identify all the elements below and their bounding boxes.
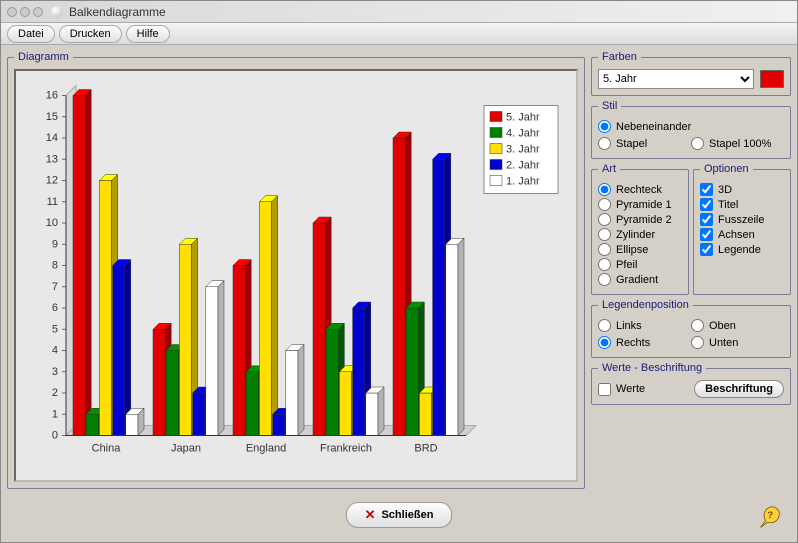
svg-text:Japan: Japan [171, 443, 201, 455]
kind-grad-radio[interactable]: Gradient [598, 273, 682, 286]
svg-text:10: 10 [46, 217, 58, 229]
svg-text:3: 3 [52, 366, 58, 378]
svg-text:11: 11 [47, 196, 58, 208]
opt-3d-check[interactable]: 3D [700, 183, 784, 196]
style-stack-radio[interactable]: Stapel [598, 137, 691, 150]
kind-group: Art Rechteck Pyramide 1 Pyramide 2 Zylin… [591, 163, 689, 295]
menu-bar: Datei Drucken Hilfe [1, 23, 797, 45]
menu-print[interactable]: Drucken [59, 25, 122, 43]
style-stack100-radio[interactable]: Stapel 100% [691, 137, 784, 150]
window-dot-icon[interactable] [20, 7, 30, 17]
svg-text:4: 4 [52, 345, 58, 357]
legendpos-group: Legendenposition Links Oben Rechts Unten [591, 299, 791, 358]
title-bar: Balkendiagramme [1, 1, 797, 23]
opt-legend-check[interactable]: Legende [700, 243, 784, 256]
svg-text:14: 14 [46, 132, 58, 144]
svg-text:9: 9 [52, 238, 58, 250]
svg-text:Frankreich: Frankreich [320, 443, 372, 455]
color-series-select[interactable]: 5. Jahr [598, 69, 754, 89]
svg-text:15: 15 [46, 111, 58, 123]
kind-cyl-radio[interactable]: Zylinder [598, 228, 682, 241]
chart-area: 012345678910111213141516ChinaJapanEnglan… [14, 69, 578, 482]
colors-legend: Farben [598, 51, 641, 63]
kind-legend: Art [598, 163, 620, 175]
svg-text:16: 16 [46, 90, 58, 102]
left-panel: Diagramm 012345678910111213141516ChinaJa… [7, 51, 585, 489]
svg-text:0: 0 [52, 430, 58, 442]
legendpos-legend: Legendenposition [598, 299, 693, 311]
bottom-bar: ✕ Schließen ? [1, 495, 797, 535]
svg-text:?: ? [767, 510, 773, 521]
legendpos-left-radio[interactable]: Links [598, 319, 691, 332]
window-dot-icon[interactable] [33, 7, 43, 17]
opt-title-check[interactable]: Titel [700, 198, 784, 211]
style-legend: Stil [598, 100, 621, 112]
close-button[interactable]: ✕ Schließen [346, 502, 453, 528]
svg-text:13: 13 [46, 153, 58, 165]
svg-text:12: 12 [46, 175, 58, 187]
kind-arrow-radio[interactable]: Pfeil [598, 258, 682, 271]
legendpos-top-radio[interactable]: Oben [691, 319, 784, 332]
window-title: Balkendiagramme [69, 5, 166, 19]
close-label: Schließen [381, 509, 433, 521]
kind-pyr2-radio[interactable]: Pyramide 2 [598, 213, 682, 226]
style-group: Stil Nebeneinander Stapel Stapel 100% [591, 100, 791, 159]
opt-footer-check[interactable]: Fusszeile [700, 213, 784, 226]
svg-text:7: 7 [52, 281, 58, 293]
values-legend: Werte - Beschriftung [598, 362, 706, 374]
svg-text:4. Jahr: 4. Jahr [506, 128, 540, 140]
colors-group: Farben 5. Jahr [591, 51, 791, 96]
bar-chart: 012345678910111213141516ChinaJapanEnglan… [16, 71, 576, 480]
options-legend: Optionen [700, 163, 753, 175]
svg-text:5: 5 [52, 323, 58, 335]
diagram-legend: Diagramm [14, 51, 73, 63]
window-dot-icon[interactable] [7, 7, 17, 17]
style-side-radio[interactable]: Nebeneinander [598, 120, 784, 133]
help-icon[interactable]: ? [757, 503, 785, 531]
diagram-group: Diagramm 012345678910111213141516ChinaJa… [7, 51, 585, 489]
svg-text:1: 1 [52, 408, 58, 420]
svg-text:England: England [246, 443, 286, 455]
options-group: Optionen 3D Titel Fusszeile Achsen Legen… [693, 163, 791, 295]
legendpos-bottom-radio[interactable]: Unten [691, 336, 784, 349]
menu-file[interactable]: Datei [7, 25, 55, 43]
close-icon: ✕ [365, 507, 376, 523]
svg-text:BRD: BRD [414, 443, 437, 455]
labeling-button[interactable]: Beschriftung [694, 380, 784, 398]
svg-text:2. Jahr: 2. Jahr [506, 160, 540, 172]
right-panel: Farben 5. Jahr Stil Nebeneinander Stapel… [591, 51, 791, 489]
app-icon [51, 6, 63, 18]
svg-text:China: China [92, 443, 122, 455]
svg-text:5. Jahr: 5. Jahr [506, 112, 540, 124]
color-swatch[interactable] [760, 70, 784, 88]
legendpos-right-radio[interactable]: Rechts [598, 336, 691, 349]
values-group: Werte - Beschriftung Werte Beschriftung [591, 362, 791, 405]
svg-text:2: 2 [52, 387, 58, 399]
values-check[interactable]: Werte [598, 383, 645, 396]
svg-text:3. Jahr: 3. Jahr [506, 144, 540, 156]
svg-text:8: 8 [52, 260, 58, 272]
opt-axes-check[interactable]: Achsen [700, 228, 784, 241]
svg-text:6: 6 [52, 302, 58, 314]
window-controls [7, 7, 43, 17]
kind-pyr1-radio[interactable]: Pyramide 1 [598, 198, 682, 211]
svg-text:1. Jahr: 1. Jahr [506, 176, 540, 188]
kind-rect-radio[interactable]: Rechteck [598, 183, 682, 196]
menu-help[interactable]: Hilfe [126, 25, 170, 43]
content-area: Diagramm 012345678910111213141516ChinaJa… [1, 45, 797, 495]
kind-ell-radio[interactable]: Ellipse [598, 243, 682, 256]
